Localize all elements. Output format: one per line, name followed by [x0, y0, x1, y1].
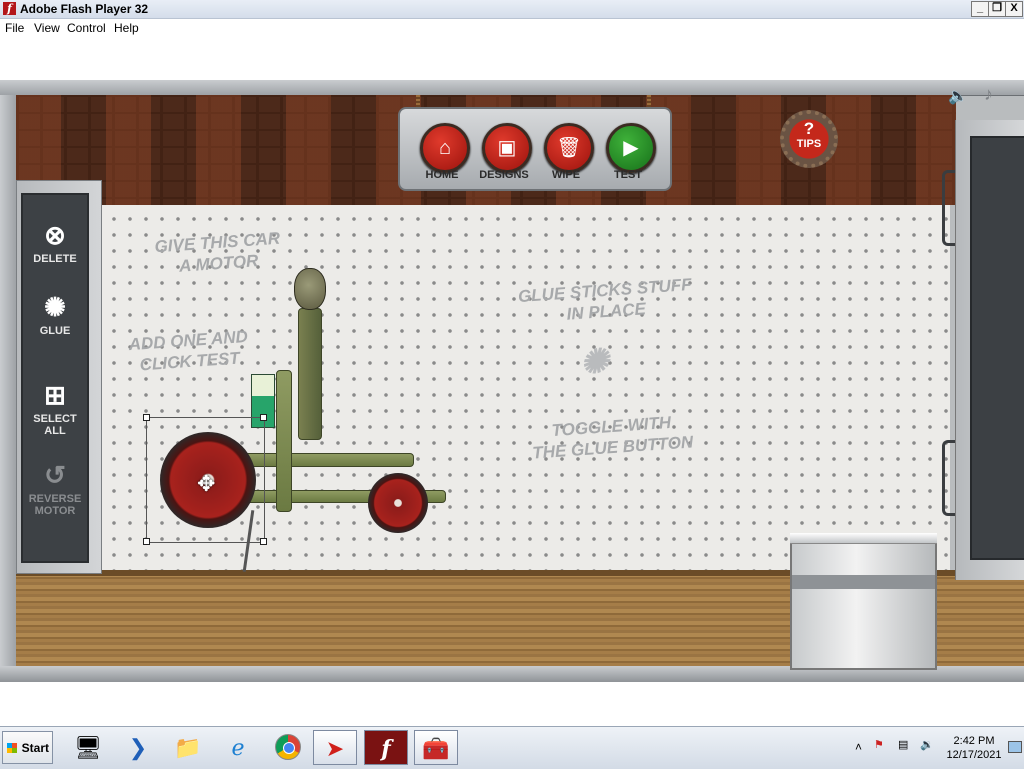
metal-bucket	[790, 533, 937, 670]
designs-label: DESIGNS	[479, 169, 529, 181]
home-icon: ⌂	[438, 137, 452, 159]
action-center-icon[interactable]: ⚑	[874, 738, 884, 751]
taskbar: Start 🖥 ❯ 📁 ℯ ➤ f 🧰 ˄ ⚑ ▤ 🔉 2:42 PM 12/1…	[0, 726, 1024, 769]
tool-panel: ⊗ DELETE ✺ GLUE ⊞ SELECT ALL ↺ REVERSE M…	[16, 180, 102, 574]
select-label-2: ALL	[44, 425, 66, 437]
delete-tool[interactable]: ⊗ DELETE	[23, 219, 87, 265]
reverse-arrow-icon: ↺	[44, 460, 66, 490]
home-label: HOME	[425, 169, 459, 181]
minimize-button[interactable]: _	[971, 1, 989, 17]
play-icon: ▶	[623, 137, 639, 159]
ragdoll-figure[interactable]	[298, 308, 322, 440]
glue-tool[interactable]: ✺ GLUE	[23, 291, 87, 337]
question-icon: ?	[803, 119, 815, 138]
restore-button[interactable]: ❐	[988, 1, 1006, 17]
menu-bar: File View Control Help	[0, 19, 1024, 37]
metal-frame-left	[0, 95, 16, 666]
menu-help[interactable]: Help	[114, 21, 139, 35]
start-button[interactable]: Start	[2, 731, 53, 764]
delete-label: DELETE	[33, 253, 77, 265]
select-label-1: SELECT	[33, 413, 77, 425]
designs-button[interactable]: ▣	[482, 123, 532, 173]
panel-handle-bottom[interactable]	[942, 440, 955, 516]
tips-button[interactable]: ? TIPS	[780, 110, 838, 168]
wipe-button[interactable]: 🗑	[544, 123, 594, 173]
wipe-label: WIPE	[551, 169, 581, 181]
tool-panel-inner: ⊗ DELETE ✺ GLUE ⊞ SELECT ALL ↺ REVERSE M…	[21, 193, 89, 563]
selection-handle-tl[interactable]	[143, 414, 150, 421]
start-label: Start	[21, 741, 49, 755]
internet-explorer-icon[interactable]: ℯ	[216, 730, 260, 765]
menu-control[interactable]: Control	[67, 21, 106, 35]
reverse-label-2: MOTOR	[34, 505, 76, 517]
pdf-reader-icon[interactable]: ➤	[313, 730, 357, 765]
menu-file[interactable]: File	[5, 21, 24, 35]
title-bar: f Adobe Flash Player 32 _ ❐ X	[0, 0, 1024, 19]
bucket-rim	[790, 533, 937, 544]
test-label: TEST	[613, 169, 643, 181]
panel-handle-top[interactable]	[942, 170, 955, 246]
reverse-motor-tool[interactable]: ↺ REVERSE MOTOR	[23, 459, 87, 517]
metal-frame-top	[0, 80, 1024, 96]
powershell-icon[interactable]: ❯	[116, 730, 160, 765]
sound-icon[interactable]: 🔈	[948, 86, 968, 106]
volume-icon[interactable]: 🔉	[920, 738, 934, 751]
server-manager-icon[interactable]: 🖥	[66, 730, 110, 765]
flash-player-taskbar-icon[interactable]: f	[364, 730, 408, 765]
clock-date: 12/17/2021	[946, 749, 1002, 761]
delete-x-icon: ⊗	[44, 220, 66, 250]
toolbox-icon[interactable]: 🧰	[414, 730, 458, 765]
ragdoll-head[interactable]	[294, 268, 326, 310]
network-icon[interactable]: ▤	[898, 738, 908, 751]
windows-flag-icon	[7, 743, 17, 753]
tips-label: TIPS	[796, 138, 822, 150]
glue-label: GLUE	[39, 325, 71, 337]
car-bar-vertical[interactable]	[276, 370, 292, 512]
parts-panel	[955, 120, 1024, 580]
selection-handle-br[interactable]	[260, 538, 267, 545]
glue-splat-hint-icon: ✺	[580, 343, 609, 381]
home-button[interactable]: ⌂	[420, 123, 470, 173]
flash-player-icon: f	[3, 2, 16, 15]
save-disk-icon: ▣	[497, 137, 517, 159]
game-canvas[interactable]: 🔈 ♪ ⌂ HOME ▣ DESIGNS 🗑 WIPE ▶ TEST ? TIP…	[0, 80, 1024, 682]
parts-panel-inner[interactable]	[970, 136, 1024, 560]
move-cursor-icon: ✥	[197, 471, 216, 496]
file-explorer-icon[interactable]: 📁	[166, 730, 210, 765]
window-title: Adobe Flash Player 32	[20, 2, 149, 16]
menu-view[interactable]: View	[34, 21, 60, 35]
glue-splat-icon: ✺	[44, 292, 66, 322]
trash-icon: 🗑	[556, 137, 582, 159]
rear-wheel[interactable]	[368, 473, 428, 533]
close-button[interactable]: X	[1005, 1, 1023, 17]
bucket-band	[792, 575, 935, 589]
select-all-tool[interactable]: ⊞ SELECT ALL	[23, 379, 87, 437]
music-icon[interactable]: ♪	[984, 84, 993, 105]
top-menu-plate: ⌂ HOME ▣ DESIGNS 🗑 WIPE ▶ TEST	[398, 107, 672, 191]
select-all-icon: ⊞	[44, 380, 66, 410]
clock-time: 2:42 PM	[953, 735, 995, 747]
clock[interactable]: 2:42 PM 12/17/2021	[944, 734, 1004, 762]
chrome-icon[interactable]	[266, 730, 310, 765]
selection-handle-tr[interactable]	[260, 414, 267, 421]
show-desktop-icon[interactable]	[1008, 741, 1022, 753]
test-button[interactable]: ▶	[606, 123, 656, 173]
show-hidden-icons[interactable]: ˄	[855, 740, 862, 754]
reverse-label-1: REVERSE	[28, 493, 82, 505]
selection-handle-bl[interactable]	[143, 538, 150, 545]
